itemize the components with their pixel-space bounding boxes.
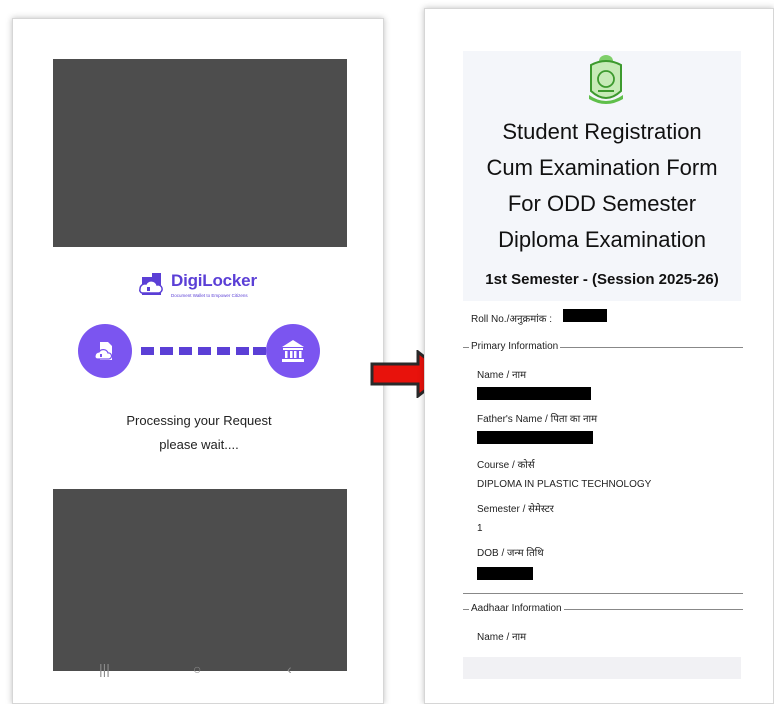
processing-title: Processing your Request bbox=[126, 413, 272, 428]
progress-dash bbox=[198, 347, 211, 355]
name-label: Name / नाम bbox=[477, 370, 527, 381]
progress-dash bbox=[236, 347, 249, 355]
semester-label: Semester / सेमेस्टर bbox=[477, 504, 554, 515]
form-header: Student Registration Cum Examination For… bbox=[463, 51, 741, 301]
cloud-document-icon bbox=[78, 324, 132, 378]
course-value: DIPLOMA IN PLASTIC TECHNOLOGY bbox=[477, 479, 652, 490]
redacted-roll-number bbox=[563, 309, 607, 322]
form-title-line: Cum Examination Form bbox=[486, 155, 718, 180]
institute-emblem-icon bbox=[589, 55, 623, 104]
course-label: Course / कोर्स bbox=[477, 460, 535, 471]
menu-icon[interactable]: ||| bbox=[99, 661, 110, 677]
processing-subtitle: please wait.... bbox=[159, 437, 239, 452]
bank-building-icon bbox=[266, 324, 320, 378]
father-name-label: Father's Name / पिता का नाम bbox=[477, 414, 598, 425]
roll-number-label: Roll No./अनुक्रमांक : bbox=[471, 314, 553, 325]
semester-session: 1st Semester - (Session 2025-26) bbox=[485, 271, 719, 288]
progress-dash bbox=[160, 347, 173, 355]
aadhaar-info-section: Aadhaar Information bbox=[463, 603, 743, 615]
section-title: Aadhaar Information bbox=[469, 603, 564, 614]
aadhaar-name-label: Name / नाम bbox=[477, 632, 527, 643]
redacted-area-bottom bbox=[53, 489, 347, 671]
comparison-stage: DigiLocker Document Wallet to Empower Ci… bbox=[0, 0, 774, 704]
bottom-navigation-strip bbox=[463, 657, 741, 679]
home-icon[interactable]: ○ bbox=[193, 661, 201, 677]
form-title-line: Diploma Examination bbox=[498, 227, 706, 252]
back-icon[interactable]: ‹ bbox=[287, 661, 292, 677]
progress-dash bbox=[253, 347, 266, 355]
digilocker-screen: DigiLocker Document Wallet to Empower Ci… bbox=[12, 18, 384, 704]
brand-tagline: Document Wallet to Empower Citizens bbox=[171, 293, 248, 298]
digilocker-logo: DigiLocker Document Wallet to Empower Ci… bbox=[137, 269, 267, 303]
primary-info-section: Primary Information bbox=[463, 341, 743, 353]
digilocker-logo-icon bbox=[139, 273, 163, 295]
section-title: Primary Information bbox=[469, 341, 561, 352]
redacted-name bbox=[477, 387, 591, 400]
brand-name: DigiLocker bbox=[171, 271, 257, 290]
form-title-line: For ODD Semester bbox=[507, 191, 697, 216]
redacted-area-top bbox=[53, 59, 347, 247]
registration-form-screen: Student Registration Cum Examination For… bbox=[424, 8, 774, 704]
progress-dash bbox=[179, 347, 192, 355]
semester-value: 1 bbox=[477, 523, 483, 534]
progress-dash bbox=[141, 347, 154, 355]
redacted-dob bbox=[477, 567, 533, 580]
progress-dash bbox=[217, 347, 230, 355]
form-title-line: Student Registration bbox=[502, 119, 702, 144]
section-divider bbox=[463, 593, 743, 594]
redacted-father-name bbox=[477, 431, 593, 444]
dob-label: DOB / जन्म तिथि bbox=[477, 548, 544, 559]
